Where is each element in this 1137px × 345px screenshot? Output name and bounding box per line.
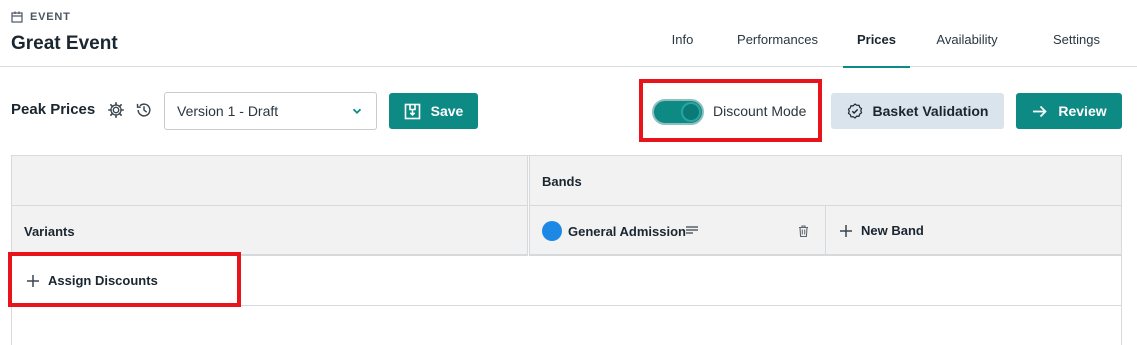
event-eyebrow: EVENT [11,11,71,23]
history-button[interactable] [134,100,154,120]
basket-validation-button[interactable]: Basket Validation [831,93,1004,129]
band-name[interactable]: General Admission [568,224,686,239]
basket-validation-label: Basket Validation [872,103,989,119]
grid-header-row-variants [12,206,1121,256]
save-button-label: Save [430,103,464,119]
tab-bar: Info Performances Prices Availability Se… [649,0,1137,68]
grid-row-assign [12,256,1121,306]
tab-performances[interactable]: Performances [716,0,839,67]
discount-mode-label: Discount Mode [713,103,807,119]
tab-prices[interactable]: Prices [843,0,910,68]
tab-availability[interactable]: Availability [918,0,1016,67]
tab-settings[interactable]: Settings [1016,0,1137,67]
page-header: EVENT Great Event Info Performances Pric… [0,0,1137,68]
new-band-button[interactable]: New Band [839,223,924,238]
bands-header: Bands [542,174,582,189]
new-band-label: New Band [861,223,924,238]
verified-badge-icon [847,103,862,119]
price-grid: Bands Variants General Admission New Ban… [11,155,1122,345]
column-divider [527,156,530,256]
page-title: Great Event [11,33,118,54]
eyebrow-label: EVENT [30,11,71,23]
price-list-title: Peak Prices [11,101,96,118]
toggle-knob [681,102,701,122]
tab-info[interactable]: Info [649,0,716,67]
review-button-label: Review [1058,103,1107,119]
gear-icon [107,101,125,119]
band-color-dot [542,221,562,241]
price-toolbar: Peak Prices Version 1 - Draft Save Disco… [0,88,1137,134]
chevron-down-icon [352,108,362,114]
description-icon [686,226,698,234]
history-icon [136,103,151,117]
plus-icon [840,224,852,237]
save-button[interactable]: Save [389,93,478,129]
trash-icon[interactable] [798,225,809,237]
plus-icon [27,274,39,287]
variants-header: Variants [24,224,75,239]
save-icon [404,103,420,119]
assign-discounts-button[interactable]: Assign Discounts [26,273,158,288]
version-select[interactable]: Version 1 - Draft [164,92,377,130]
column-divider [825,206,826,256]
calendar-icon [11,11,23,23]
arrow-right-icon [1033,105,1048,117]
settings-button[interactable] [106,100,126,120]
version-select-value: Version 1 - Draft [177,103,279,119]
assign-discounts-label: Assign Discounts [48,273,158,288]
review-button[interactable]: Review [1016,93,1122,129]
discount-mode-toggle[interactable] [652,99,704,125]
